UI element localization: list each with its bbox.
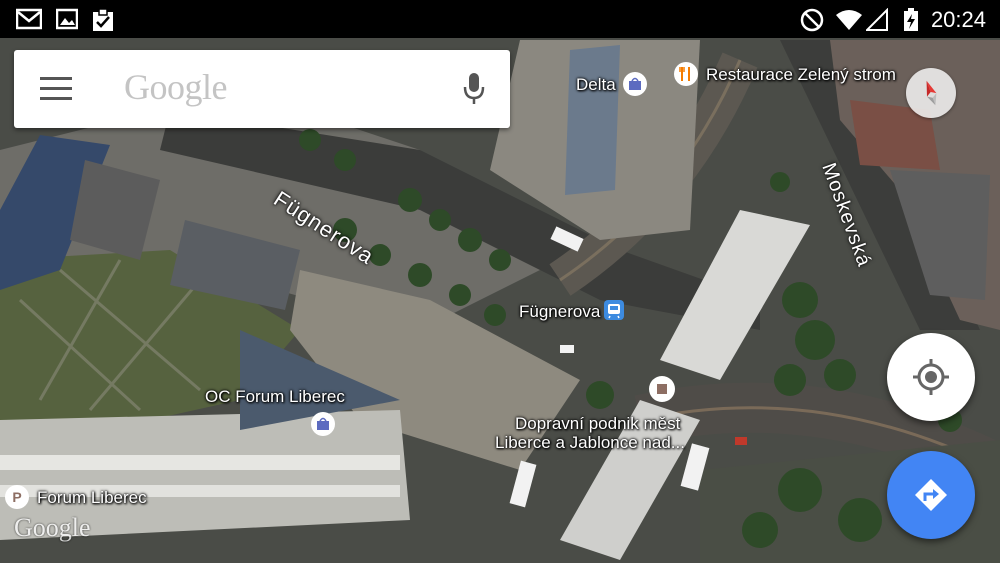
place-label-oc-forum[interactable]: OC Forum Liberec [205,387,345,407]
shopping-bag-icon[interactable] [310,411,336,437]
place-label-forum[interactable]: Forum Liberec [37,488,147,508]
compass-icon[interactable] [906,68,956,118]
gallery-icon [56,8,78,30]
wifi-icon [836,10,862,30]
compass-needle [926,80,937,106]
status-time: 20:24 [930,7,986,32]
place-label-dopravni-podnik-line1[interactable]: Dopravní podnik měst [515,414,680,434]
directions-button[interactable] [887,451,975,539]
clipboard-check-icon [93,8,113,31]
hamburger-menu-icon[interactable] [40,77,72,101]
search-placeholder[interactable]: Google [124,66,227,108]
transit-station-icon[interactable] [648,375,676,403]
place-label-dopravni-podnik-line2[interactable]: Liberce a Jablonce nad... [495,433,685,453]
battery-charging-icon [904,8,918,31]
place-label-fugnerova-stop[interactable]: Fügnerova [519,302,600,322]
signal-icon [866,8,888,31]
tram-stop-icon[interactable] [603,299,625,321]
svg-text:P: P [12,489,21,505]
directions-icon [915,479,947,511]
place-label-restaurace[interactable]: Restaurace Zelený strom [706,65,896,85]
gmail-icon [16,8,42,30]
microphone-icon[interactable] [462,72,486,106]
place-label-delta[interactable]: Delta [576,75,616,95]
my-location-icon [913,359,949,395]
restaurant-icon[interactable] [673,61,699,87]
parking-icon[interactable]: P [4,484,30,510]
search-bar[interactable]: Google [14,50,510,128]
google-watermark: Google [14,513,91,542]
do-not-disturb-icon [800,8,824,32]
my-location-button[interactable] [887,333,975,421]
status-bar: 20:24 [0,0,1000,38]
shopping-bag-icon[interactable] [622,71,648,97]
